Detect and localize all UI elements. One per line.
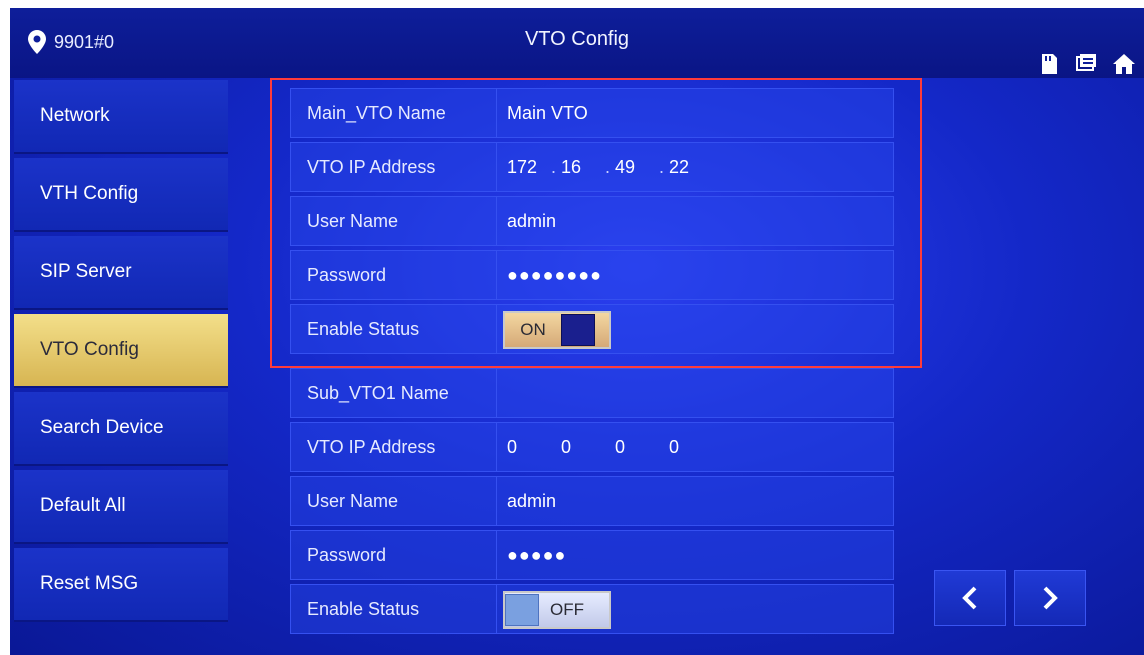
ip-octet[interactable]: 172 xyxy=(507,157,551,178)
sub-vto1-user-row: User Name admin xyxy=(290,476,894,526)
main-vto-name-field[interactable]: Main VTO xyxy=(507,89,588,137)
sidebar-item-vth-config[interactable]: VTH Config xyxy=(14,158,228,232)
next-page-button[interactable] xyxy=(1014,570,1086,626)
sidebar-item-label: VTO Config xyxy=(40,339,139,360)
sidebar-item-label: Reset MSG xyxy=(40,573,139,594)
sidebar-item-label: Search Device xyxy=(40,417,164,438)
main-vto-user-row: User Name admin xyxy=(290,196,894,246)
ip-octet[interactable]: 22 xyxy=(669,157,713,178)
prev-page-button[interactable] xyxy=(934,570,1006,626)
ip-octet[interactable]: 0 xyxy=(507,437,551,458)
sidebar-item-network[interactable]: Network xyxy=(14,80,228,154)
main-vto-password-field[interactable]: ●●●●●●●● xyxy=(507,251,602,299)
ip-octet[interactable]: 0 xyxy=(615,437,659,458)
ip-octet[interactable]: 49 xyxy=(615,157,659,178)
sidebar-item-label: SIP Server xyxy=(40,261,132,282)
sub-vto1-password-row: Password ●●●●● xyxy=(290,530,894,580)
device-screen: 9901#0 VTO Config Network VTH Config SIP… xyxy=(10,8,1144,655)
sidebar-item-search-device[interactable]: Search Device xyxy=(14,392,228,466)
top-bar: 9901#0 VTO Config xyxy=(10,8,1144,78)
sub-vto1-ip-row: VTO IP Address 0 0 0 0 xyxy=(290,422,894,472)
sub-vto1-name-row: Sub_VTO1 Name xyxy=(290,368,894,418)
main-vto-name-row: Main_VTO Name Main VTO xyxy=(290,88,894,138)
field-label: Main_VTO Name xyxy=(291,89,497,137)
chevron-right-icon xyxy=(1043,586,1058,610)
ip-octet[interactable]: 0 xyxy=(669,437,713,458)
ip-octet[interactable]: 16 xyxy=(561,157,605,178)
page-title: VTO Config xyxy=(524,28,630,50)
home-icon[interactable] xyxy=(1112,52,1136,76)
toggle-text: OFF xyxy=(550,600,584,619)
ip-octet[interactable]: 0 xyxy=(561,437,605,458)
sidebar-item-label: Default All xyxy=(40,495,126,516)
sd-card-icon xyxy=(1042,54,1057,74)
sub-vto1-enable-toggle[interactable]: OFF xyxy=(503,591,611,629)
sidebar-item-default-all[interactable]: Default All xyxy=(14,470,228,544)
sidebar-item-reset-msg[interactable]: Reset MSG xyxy=(14,548,228,622)
field-label: Enable Status xyxy=(291,305,497,353)
sub-vto1-ip-field[interactable]: 0 0 0 0 xyxy=(507,423,713,471)
main-vto-password-row: Password ●●●●●●●● xyxy=(290,250,894,300)
sub-vto1-status-row: Enable Status OFF xyxy=(290,584,894,634)
sub-vto1-user-field[interactable]: admin xyxy=(507,477,556,525)
sidebar-item-label: VTH Config xyxy=(40,183,139,204)
field-label: VTO IP Address xyxy=(291,423,497,471)
field-label: Password xyxy=(291,251,497,299)
toggle-knob xyxy=(561,314,595,346)
sidebar-item-vto-config[interactable]: VTO Config xyxy=(14,314,228,388)
field-label: User Name xyxy=(291,477,497,525)
field-label: User Name xyxy=(291,197,497,245)
main-vto-enable-toggle[interactable]: ON xyxy=(503,311,611,349)
sub-vto1-password-field[interactable]: ●●●●● xyxy=(507,531,566,579)
toggle-text: ON xyxy=(520,320,546,339)
main-vto-ip-row: VTO IP Address 172 . 16 . 49 . 22 xyxy=(290,142,894,192)
chevron-left-icon xyxy=(962,586,977,610)
field-label: Password xyxy=(291,531,497,579)
ip-separator: . xyxy=(605,156,611,177)
toggle-knob xyxy=(505,594,539,626)
field-label: Enable Status xyxy=(291,585,497,633)
messages-icon[interactable] xyxy=(1074,52,1098,76)
field-label: VTO IP Address xyxy=(291,143,497,191)
main-vto-ip-field[interactable]: 172 . 16 . 49 . 22 xyxy=(507,143,713,191)
sidebar-item-label: Network xyxy=(40,105,110,126)
sidebar: Network VTH Config SIP Server VTO Config… xyxy=(10,78,232,655)
main-vto-user-field[interactable]: admin xyxy=(507,197,556,245)
field-label: Sub_VTO1 Name xyxy=(291,369,497,417)
top-icons xyxy=(1036,52,1136,76)
ip-separator: . xyxy=(659,156,665,177)
sidebar-item-sip-server[interactable]: SIP Server xyxy=(14,236,228,310)
main-vto-status-row: Enable Status ON xyxy=(290,304,894,354)
ip-separator: . xyxy=(551,156,557,177)
